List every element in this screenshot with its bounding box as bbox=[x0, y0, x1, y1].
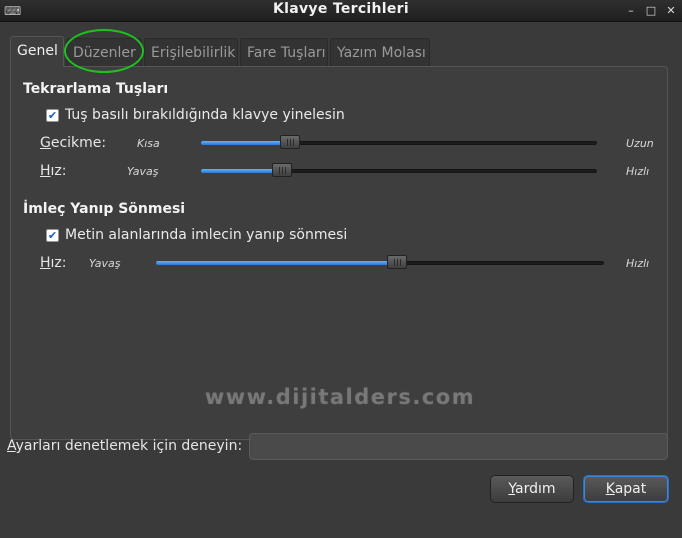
repeat-speed-label: Hız: bbox=[40, 163, 67, 179]
tab-fare-tuslari[interactable]: Fare Tuşları bbox=[240, 38, 328, 66]
delay-slider[interactable] bbox=[201, 135, 597, 149]
repeat-keys-checkbox-row[interactable]: ✔ Tuş basılı bırakıldığında klavye yinel… bbox=[46, 107, 345, 123]
genel-tab-panel: Tekrarlama Tuşları ✔ Tuş basılı bırakıld… bbox=[10, 66, 668, 440]
minimize-button[interactable]: – bbox=[624, 4, 638, 18]
repeat-speed-max-label: Hızlı bbox=[626, 165, 650, 178]
delay-max-label: Uzun bbox=[626, 137, 654, 150]
cursor-speed-min-label: Yavaş bbox=[89, 257, 121, 270]
cursor-section-title: İmleç Yanıp Sönmesi bbox=[23, 201, 186, 217]
cursor-speed-slider-handle[interactable] bbox=[387, 255, 407, 269]
cursor-blink-checkbox-label: Metin alanlarında imlecin yanıp sönmesi bbox=[65, 227, 348, 243]
tab-yazim-molasi[interactable]: Yazım Molası bbox=[330, 38, 430, 66]
close-button[interactable]: Kapat bbox=[583, 475, 669, 503]
cursor-speed-max-label: Hızlı bbox=[626, 257, 650, 270]
delay-label: Gecikme: bbox=[40, 135, 107, 151]
repeat-keys-checkbox[interactable]: ✔ bbox=[46, 108, 59, 122]
cursor-speed-slider[interactable] bbox=[156, 255, 604, 269]
help-button[interactable]: Yardım bbox=[490, 475, 574, 503]
cursor-speed-label: Hız: bbox=[40, 255, 67, 271]
repeat-speed-slider[interactable] bbox=[201, 163, 597, 177]
title-bar: ⌨ Klavye Tercihleri – □ ✕ bbox=[0, 0, 682, 22]
watermark-text: www.dijitalders.com bbox=[204, 385, 476, 409]
window-body: Genel Düzenler Erişilebilirlik Fare Tuşl… bbox=[0, 22, 682, 538]
tab-erisilebilirlik[interactable]: Erişilebilirlik bbox=[144, 38, 238, 66]
test-label: Ayarları denetlemek için deneyin: bbox=[7, 438, 243, 454]
tab-genel[interactable]: Genel bbox=[10, 36, 64, 67]
window-title: Klavye Tercihleri bbox=[273, 1, 409, 17]
cursor-blink-checkbox[interactable]: ✔ bbox=[46, 228, 59, 242]
repeat-speed-min-label: Yavaş bbox=[127, 165, 159, 178]
test-input[interactable] bbox=[249, 433, 668, 460]
delay-min-label: Kısa bbox=[137, 137, 160, 150]
delay-slider-handle[interactable] bbox=[280, 135, 300, 149]
maximize-button[interactable]: □ bbox=[644, 4, 658, 18]
close-window-button[interactable]: ✕ bbox=[664, 4, 678, 18]
cursor-blink-checkbox-row[interactable]: ✔ Metin alanlarında imlecin yanıp sönmes… bbox=[46, 227, 347, 243]
repeat-keys-checkbox-label: Tuş basılı bırakıldığında klavye yineles… bbox=[65, 107, 345, 123]
tab-duzenler[interactable]: Düzenler bbox=[66, 38, 142, 66]
repeat-section-title: Tekrarlama Tuşları bbox=[23, 81, 169, 97]
repeat-speed-slider-handle[interactable] bbox=[272, 163, 292, 177]
